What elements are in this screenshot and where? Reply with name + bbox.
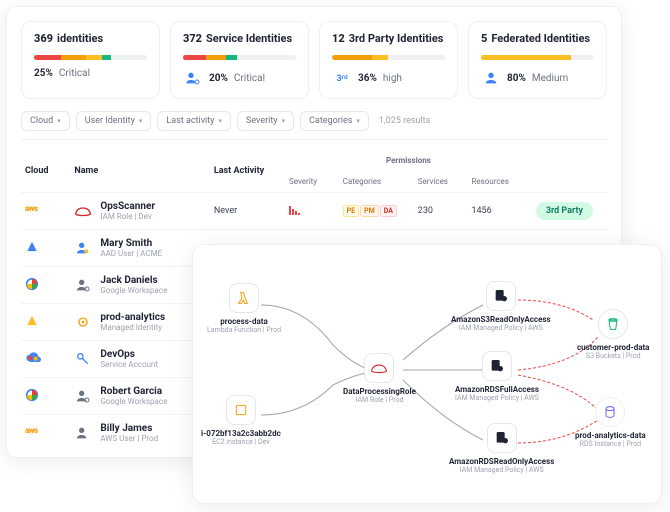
identity-type-icon: [74, 387, 92, 405]
s3-icon: [598, 309, 628, 339]
access-graph-panel: process-dataLambda Function | Prod i-072…: [192, 244, 662, 504]
col-severity[interactable]: Severity: [285, 171, 339, 193]
aws-icon: aws: [25, 426, 38, 435]
col-last[interactable]: Last Activity: [210, 150, 285, 193]
stat-row: 369identities 25%Critical 372Service Ide…: [21, 21, 607, 99]
identity-sub: AWS User | Prod: [100, 434, 158, 443]
severity-bars: [289, 205, 300, 215]
identity-sub: Managed Identity: [100, 323, 165, 332]
stat-3rdparty[interactable]: 123rd Party Identities 3ʳᵈ36%high: [319, 21, 458, 99]
identity-name: Jack Daniels: [100, 275, 167, 286]
ec2-icon: [226, 395, 256, 425]
identity-type-icon: [74, 313, 92, 331]
azure-icon: [25, 314, 39, 328]
identity-type-icon: [74, 239, 92, 257]
identity-type-icon: [74, 276, 92, 294]
table-row[interactable]: aws OpsScannerIAM Role | Dev Never PEPMDA 23…: [21, 193, 607, 230]
identity-name: DevOps: [100, 349, 158, 360]
category-chip: PE: [343, 205, 359, 217]
3rd-icon: 3ʳᵈ: [332, 68, 352, 88]
aws-icon: aws: [25, 204, 38, 213]
resources-count: 1456: [467, 193, 531, 230]
policy-icon: [487, 423, 517, 453]
identity-sub: AAD User | ACME: [100, 249, 162, 258]
identity-name: Robert Garcia: [100, 386, 167, 397]
col-permissions: Permissions: [285, 150, 532, 171]
stat-service[interactable]: 372Service Identities 20%Critical: [170, 21, 309, 99]
badge-3rdparty: 3rd Party: [536, 202, 593, 220]
chevron-down-icon: ▾: [282, 117, 286, 125]
identity-type-icon: [74, 202, 92, 220]
filter-user-identity[interactable]: User Identity▾: [76, 111, 152, 131]
stat-federated[interactable]: 5Federated Identities 80%Medium: [468, 21, 607, 99]
azure-icon: [25, 240, 39, 254]
lambda-icon: [229, 283, 259, 313]
identity-type-icon: [74, 424, 92, 442]
chevron-down-icon: ▾: [139, 117, 143, 125]
identity-sub: Google Workspace: [100, 286, 167, 295]
identity-name: OpsScanner: [100, 201, 155, 212]
chevron-down-icon: ▾: [356, 117, 360, 125]
node-s3bucket[interactable]: customer-prod-dataS3 Buckets | Prod: [577, 309, 649, 360]
category-chip: PM: [360, 205, 379, 217]
node-rdsfull[interactable]: AmazonRDSFullAccessIAM Managed Policy | …: [455, 351, 539, 402]
identity-sub: IAM Role | Dev: [100, 212, 155, 221]
filter-cloud[interactable]: Cloud▾: [21, 111, 70, 131]
identity-name: prod-analytics: [100, 312, 165, 323]
filter-severity[interactable]: Severity▾: [237, 111, 294, 131]
google-icon: [25, 277, 39, 291]
filter-bar: Cloud▾ User Identity▾ Last activity▾ Sev…: [21, 111, 607, 140]
node-process-data[interactable]: process-dataLambda Function | Prod: [207, 283, 281, 334]
col-name[interactable]: Name: [70, 150, 210, 193]
last-activity: Never: [210, 193, 285, 230]
stat-number: 369: [34, 32, 53, 45]
policy-icon: [486, 281, 516, 311]
filter-categories[interactable]: Categories▾: [300, 111, 369, 131]
services-count: 230: [414, 193, 468, 230]
col-resources[interactable]: Resources: [467, 171, 531, 193]
identity-name: Mary Smith: [100, 238, 162, 249]
policy-icon: [482, 351, 512, 381]
chevron-down-icon: ▾: [218, 117, 222, 125]
identity-sub: Google Workspace: [100, 397, 167, 406]
filter-last-activity[interactable]: Last activity▾: [157, 111, 231, 131]
identity-name: Billy James: [100, 423, 158, 434]
node-role[interactable]: DataProcessingRoleIAM Role | Prod: [343, 353, 416, 404]
node-rdsread[interactable]: AmazonRDSReadOnlyAccessIAM Managed Polic…: [449, 423, 554, 474]
identity-sub: Service Account: [100, 360, 158, 369]
node-s3policy[interactable]: AmazonS3ReadOnlyAccessIAM Managed Policy…: [451, 281, 551, 332]
chevron-down-icon: ▾: [57, 117, 61, 125]
col-cloud[interactable]: Cloud: [21, 150, 70, 193]
node-rds[interactable]: prod-analytics-dataRDS Instance | Prod: [575, 397, 646, 448]
rds-icon: [595, 397, 625, 427]
gcloud-icon: [25, 352, 41, 364]
category-chip: DA: [380, 205, 397, 217]
results-count: 1,025 results: [379, 116, 430, 126]
user-icon: [481, 68, 501, 88]
stat-identities[interactable]: 369identities 25%Critical: [21, 21, 160, 99]
identity-type-icon: [74, 350, 92, 368]
google-icon: [25, 388, 39, 402]
node-ec2[interactable]: i-072bf13a2c3abb2dcEC2 instance | Dev: [201, 395, 281, 446]
iam-role-icon: [364, 353, 394, 383]
col-services[interactable]: Services: [414, 171, 468, 193]
user-gear-icon: [183, 68, 203, 88]
col-categories[interactable]: Categories: [339, 171, 414, 193]
